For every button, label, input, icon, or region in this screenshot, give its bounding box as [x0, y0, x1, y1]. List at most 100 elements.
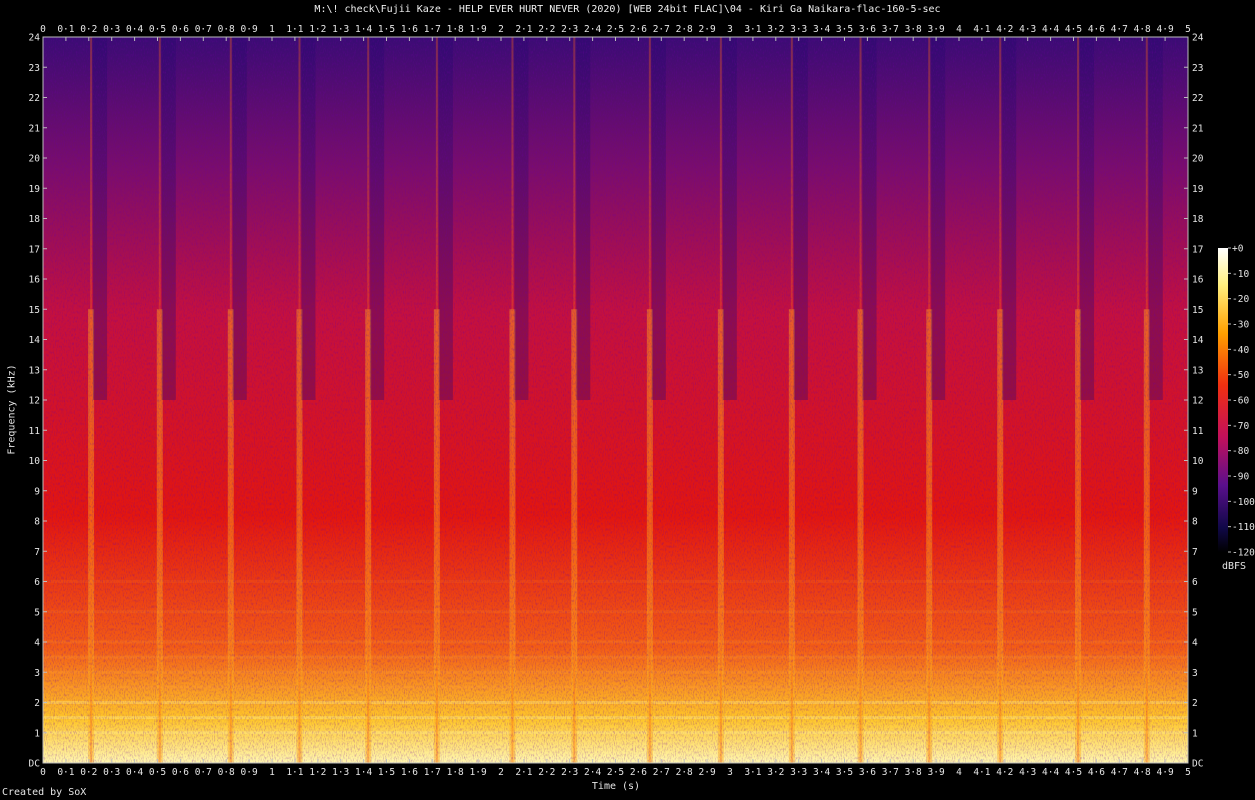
x-tick-label-bottom: 3·7: [882, 767, 899, 778]
x-tick-label-bottom: 3·6: [859, 767, 876, 778]
colorbar-tick-label: -70: [1232, 421, 1249, 432]
y-tick-label-left: 21: [29, 123, 41, 134]
x-tick-label-bottom: 4·8: [1134, 767, 1151, 778]
x-tick-label-bottom: 0·1: [57, 767, 74, 778]
x-tick-label-top: 0·5: [149, 24, 166, 35]
y-tick-label-right: 24: [1192, 33, 1204, 44]
colorbar-tick-label: -60: [1232, 396, 1249, 407]
x-tick-label-bottom: 1·3: [332, 767, 349, 778]
x-tick-label-top: 3·3: [790, 24, 807, 35]
x-tick-label-bottom: 0·5: [149, 767, 166, 778]
x-tick-label-top: 2·4: [584, 24, 601, 35]
x-tick-label-bottom: 3·1: [744, 767, 761, 778]
x-tick-label-top: 4·7: [1111, 24, 1128, 35]
y-tick-label-right: 2: [1192, 698, 1198, 709]
colorbar-tick-label: -80: [1232, 446, 1249, 457]
y-tick-label-left: 23: [29, 63, 40, 74]
x-tick-label-top: 0·8: [218, 24, 235, 35]
y-tick-label-left: 9: [34, 486, 40, 497]
x-tick-label-top: 0·9: [241, 24, 258, 35]
x-tick-label-bottom: 0·3: [103, 767, 120, 778]
x-tick-label-bottom: 4·4: [1042, 767, 1059, 778]
x-tick-label-bottom: 1·5: [378, 767, 395, 778]
x-tick-label-top: 4·9: [1157, 24, 1174, 35]
y-tick-label-right: 12: [1192, 396, 1203, 407]
colorbar-tick-label: -110: [1232, 522, 1255, 533]
x-tick-label-top: 4·5: [1065, 24, 1082, 35]
x-tick-label-bottom: 3·4: [813, 767, 830, 778]
x-tick-label-top: 3: [727, 24, 733, 35]
y-tick-label-left: 17: [29, 244, 40, 255]
x-tick-label-top: 0·7: [195, 24, 212, 35]
x-tick-label-top: 3·6: [859, 24, 876, 35]
x-tick-label-bottom: 1·6: [401, 767, 418, 778]
x-tick-label-bottom: 5: [1185, 767, 1191, 778]
y-tick-label-right: 5: [1192, 607, 1198, 618]
x-tick-label-top: 2·5: [607, 24, 624, 35]
x-tick-label-top: 3·4: [813, 24, 830, 35]
colorbar-tick-label: -20: [1232, 294, 1249, 305]
x-tick-label-bottom: 1·8: [447, 767, 464, 778]
x-tick-label-top: 5: [1185, 24, 1191, 35]
x-tick-label-top: 1·7: [424, 24, 441, 35]
x-tick-label-top: 1·6: [401, 24, 418, 35]
y-tick-label-left: 5: [34, 607, 40, 618]
y-tick-label-left: 19: [29, 184, 41, 195]
noise-texture: [43, 37, 1188, 763]
y-tick-label-right: 1: [1192, 728, 1198, 739]
colorbar-tick-label: -30: [1232, 320, 1249, 331]
x-tick-label-bottom: 1·4: [355, 767, 372, 778]
y-tick-label-right: 20: [1192, 154, 1204, 165]
y-tick-label-right: 9: [1192, 486, 1198, 497]
y-tick-label-right: 14: [1192, 335, 1204, 346]
y-tick-label-left: 15: [29, 305, 40, 316]
x-tick-label-top: 3·8: [905, 24, 922, 35]
x-tick-label-top: 4·8: [1134, 24, 1151, 35]
x-tick-label-top: 1·5: [378, 24, 395, 35]
x-tick-label-bottom: 3·9: [928, 767, 945, 778]
x-tick-label-top: 1·4: [355, 24, 372, 35]
x-tick-label-bottom: 3: [727, 767, 733, 778]
colorbar-tick-label: -10: [1232, 269, 1249, 280]
y-tick-label-left: 22: [29, 93, 40, 104]
credit-text: Created by SoX: [2, 787, 87, 798]
x-tick-label-bottom: 4·1: [973, 767, 990, 778]
x-tick-label-bottom: 4: [956, 767, 962, 778]
x-tick-label-top: 3·1: [744, 24, 761, 35]
y-tick-label-left: 2: [34, 698, 40, 709]
x-tick-label-bottom: 1·7: [424, 767, 441, 778]
y-tick-label-left: 7: [34, 547, 40, 558]
y-tick-label-left: 8: [34, 517, 40, 528]
x-tick-label-bottom: 2·2: [538, 767, 555, 778]
x-tick-label-bottom: 0·2: [80, 767, 97, 778]
y-tick-label-right: 21: [1192, 123, 1204, 134]
y-tick-label-left: 14: [29, 335, 41, 346]
x-tick-label-bottom: 0·9: [241, 767, 258, 778]
colorbar-label: dBFS: [1222, 561, 1247, 572]
y-tick-label-right: DC: [1192, 759, 1203, 770]
colorbar: [1218, 248, 1228, 552]
x-tick-label-top: 4: [956, 24, 962, 35]
x-tick-label-bottom: 2·4: [584, 767, 601, 778]
y-tick-label-left: 6: [34, 577, 40, 588]
x-tick-label-bottom: 2·3: [561, 767, 578, 778]
x-tick-label-bottom: 2·9: [699, 767, 716, 778]
y-tick-label-left: 13: [29, 365, 40, 376]
x-tick-label-top: 4·1: [973, 24, 990, 35]
x-tick-label-bottom: 2·5: [607, 767, 624, 778]
x-tick-label-top: 0·6: [172, 24, 189, 35]
x-tick-label-top: 2: [498, 24, 504, 35]
x-axis-label: Time (s): [591, 781, 641, 792]
x-tick-label-top: 0·2: [80, 24, 97, 35]
colorbar-tick-label: -100: [1232, 497, 1255, 508]
y-tick-label-right: 18: [1192, 214, 1204, 225]
x-tick-label-bottom: 2: [498, 767, 504, 778]
y-tick-label-left: DC: [29, 759, 40, 770]
y-tick-label-right: 13: [1192, 365, 1203, 376]
spectrogram-chart: 0 0·1 0·2 0·3 0·4 0·5 0·6 0·7 0·8 0·9 1 1·1 1·2 1·3 1·…: [29, 24, 1255, 778]
y-tick-label-right: 16: [1192, 275, 1204, 286]
x-tick-label-bottom: 4·2: [996, 767, 1013, 778]
x-tick-label-top: 4·4: [1042, 24, 1059, 35]
y-tick-label-right: 8: [1192, 517, 1198, 528]
y-tick-label-left: 10: [29, 456, 41, 467]
